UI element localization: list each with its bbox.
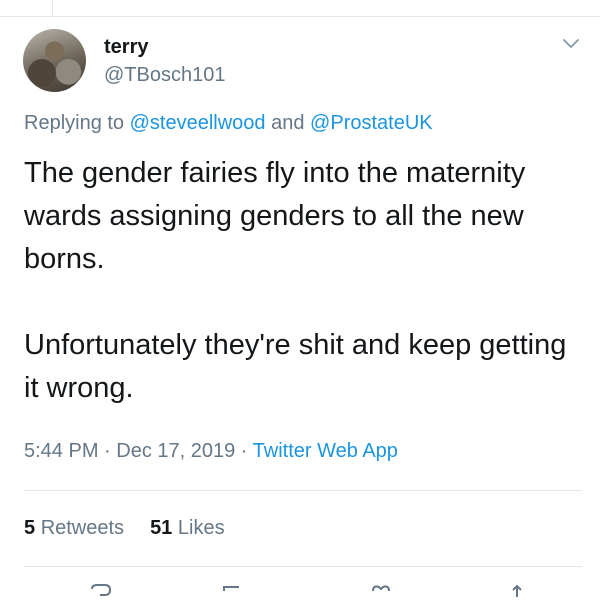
retweets-stat[interactable]: 5 Retweets [24,517,124,539]
replying-to: Replying to @steveellwood and @ProstateU… [24,112,433,135]
tweet-text: The gender fairies fly into the maternit… [24,152,584,410]
user-handle[interactable]: @TBosch101 [104,64,225,87]
mention-link[interactable]: @ProstateUK [310,112,433,134]
tweet-paragraph: Unfortunately they're shit and keep gett… [24,329,567,404]
like-icon[interactable] [368,583,394,603]
likes-stat[interactable]: 51 Likes [150,517,225,539]
tweet-source-link[interactable]: Twitter Web App [253,440,398,462]
tweet-date[interactable]: Dec 17, 2019 [116,440,235,462]
divider [24,566,582,567]
chevron-down-icon[interactable] [562,38,580,50]
top-divider [0,16,600,17]
replying-to-connector: and [265,112,311,134]
meta-separator: · [98,440,117,462]
thread-line [52,0,53,16]
mention-link[interactable]: @steveellwood [130,112,266,134]
retweets-count: 5 [24,517,36,539]
display-name[interactable]: terry [104,36,148,59]
replying-to-label: Replying to [24,112,130,134]
share-icon[interactable] [504,583,530,603]
meta-separator: · [235,440,253,462]
likes-count: 51 [150,517,173,539]
tweet-stats: 5 Retweets 51 Likes [24,517,251,540]
tweet-meta: 5:44 PM · Dec 17, 2019 · Twitter Web App [24,440,398,463]
divider [24,490,582,491]
reply-icon[interactable] [88,583,114,603]
retweet-icon[interactable] [221,583,247,603]
retweets-label: Retweets [40,517,125,539]
tweet-time[interactable]: 5:44 PM [24,440,98,462]
avatar[interactable] [23,29,86,92]
tweet-paragraph: The gender fairies fly into the maternit… [24,157,526,275]
likes-label: Likes [177,517,225,539]
